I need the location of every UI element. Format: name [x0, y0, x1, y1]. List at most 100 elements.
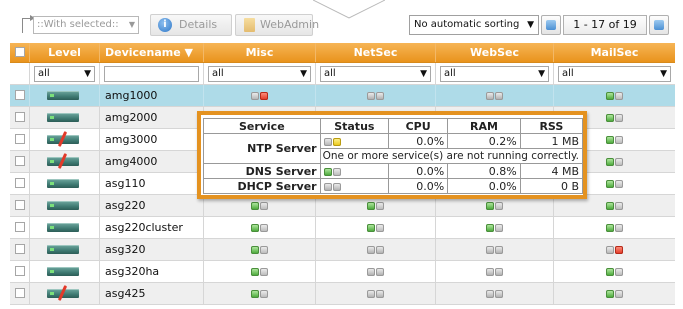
row-select-cell: [10, 151, 30, 172]
row-checkbox[interactable]: [14, 178, 25, 188]
ok-status-icon[interactable]: [605, 114, 624, 122]
off-status-icon[interactable]: [485, 246, 504, 254]
mailsec-status-cell: [554, 217, 675, 238]
table-row[interactable]: asg425: [10, 283, 675, 305]
column-header-devicename[interactable]: Devicename ▼: [100, 43, 204, 62]
off-status-icon[interactable]: [366, 246, 385, 254]
filter-spacer: [10, 63, 30, 84]
device-name[interactable]: asg220cluster: [100, 217, 204, 238]
table-row[interactable]: asg320: [10, 239, 675, 261]
off-status-icon[interactable]: [485, 290, 504, 298]
service-name: NTP Server: [203, 133, 321, 164]
webadmin-label: WebAdmin: [260, 18, 320, 31]
device-alert-icon: [47, 135, 79, 144]
device-name[interactable]: asg110: [100, 173, 204, 194]
chevron-down-icon: ▼: [128, 20, 135, 29]
filter-websec-select[interactable]: all ▼: [440, 66, 549, 82]
filter-misc-select[interactable]: all ▼: [208, 66, 311, 82]
service-cpu: 0.0%: [388, 178, 449, 194]
off-status-icon[interactable]: [366, 290, 385, 298]
info-icon: i: [158, 18, 172, 32]
row-checkbox[interactable]: [14, 134, 25, 144]
device-icon: [47, 267, 79, 276]
webadmin-button[interactable]: WebAdmin: [235, 14, 319, 36]
filter-devicename-input[interactable]: [104, 66, 199, 82]
websec-status-cell: [436, 217, 554, 238]
column-header-level[interactable]: Level: [30, 43, 100, 62]
ok-status-icon[interactable]: [605, 202, 624, 210]
ok-status-icon[interactable]: [250, 202, 269, 210]
device-name[interactable]: asg425: [100, 283, 204, 304]
filter-netsec-select[interactable]: all ▼: [320, 66, 431, 82]
row-checkbox[interactable]: [14, 156, 25, 166]
off-status-icon[interactable]: [485, 268, 504, 276]
off-status-icon[interactable]: [485, 92, 504, 100]
error-status-icon[interactable]: [605, 246, 624, 254]
ok-status-icon[interactable]: [605, 92, 624, 100]
device-name[interactable]: amg2000: [100, 107, 204, 128]
filter-netsec-value: all: [324, 68, 336, 79]
device-name[interactable]: asg320: [100, 239, 204, 260]
row-select-cell: [10, 283, 30, 304]
details-button[interactable]: i Details: [150, 14, 232, 36]
service-warning-note: One or more service(s) are not running c…: [319, 148, 584, 164]
filter-mailsec-select[interactable]: all ▼: [558, 66, 671, 82]
ok-status-icon[interactable]: [605, 268, 624, 276]
service-table-header: Service Status CPU RAM RSS: [203, 118, 584, 134]
row-checkbox[interactable]: [14, 266, 25, 276]
with-selected-dropdown[interactable]: ::With selected:: ▼: [33, 16, 139, 34]
toolbar-notch: [313, 0, 385, 19]
ok-status-icon[interactable]: [485, 224, 504, 232]
previous-page-button[interactable]: [541, 15, 561, 35]
misc-status-cell: [204, 217, 316, 238]
sorting-dropdown[interactable]: No automatic sorting ▼: [409, 15, 539, 35]
chevron-down-icon: ▼: [527, 20, 534, 30]
ok-status-icon[interactable]: [485, 202, 504, 210]
ok-status-icon[interactable]: [366, 224, 385, 232]
row-checkbox[interactable]: [14, 90, 25, 100]
ok-status-icon[interactable]: [250, 290, 269, 298]
service-rss: 1 MB: [519, 133, 584, 149]
device-name[interactable]: amg3000: [100, 129, 204, 150]
ok-status-icon[interactable]: [605, 224, 624, 232]
off-status-icon[interactable]: [366, 92, 385, 100]
filter-websec-value: all: [444, 68, 456, 79]
table-row[interactable]: amg1000: [10, 85, 675, 107]
column-header-mailsec[interactable]: MailSec: [554, 43, 675, 62]
filter-level-select[interactable]: all ▼: [34, 66, 95, 82]
table-row[interactable]: asg220cluster: [10, 217, 675, 239]
table-row[interactable]: asg320ha: [10, 261, 675, 283]
row-checkbox[interactable]: [14, 112, 25, 122]
row-checkbox[interactable]: [14, 200, 25, 210]
ok-status-icon[interactable]: [605, 158, 624, 166]
ok-status-icon[interactable]: [250, 224, 269, 232]
device-name[interactable]: asg320ha: [100, 261, 204, 282]
row-select-cell: [10, 129, 30, 150]
column-header-misc[interactable]: Misc: [204, 43, 316, 62]
level-cell: [30, 195, 100, 216]
ok-status-icon[interactable]: [250, 268, 269, 276]
error-status-icon[interactable]: [250, 92, 269, 100]
row-checkbox[interactable]: [14, 288, 25, 298]
service-row-dhcp: DHCP Server 0.0% 0.0% 0 B: [203, 178, 584, 194]
column-header-websec[interactable]: WebSec: [436, 43, 554, 62]
row-checkbox[interactable]: [14, 244, 25, 254]
device-name[interactable]: amg4000: [100, 151, 204, 172]
service-details-popup: Service Status CPU RAM RSS NTP Server 0.…: [197, 111, 587, 199]
device-name[interactable]: amg1000: [100, 85, 204, 106]
column-header-netsec[interactable]: NetSec: [316, 43, 436, 62]
ok-status-icon[interactable]: [366, 202, 385, 210]
ok-status-icon[interactable]: [250, 246, 269, 254]
header-row: Level Devicename ▼ Misc NetSec WebSec Ma…: [10, 43, 675, 63]
off-status-icon[interactable]: [366, 268, 385, 276]
toolbar: ::With selected:: ▼ i Details WebAdmin N…: [0, 0, 683, 42]
row-checkbox[interactable]: [14, 222, 25, 232]
select-all-checkbox[interactable]: [14, 47, 25, 57]
device-icon: [47, 179, 79, 188]
ok-status-icon[interactable]: [605, 180, 624, 188]
ok-status-icon[interactable]: [605, 290, 624, 298]
websec-status-cell: [436, 283, 554, 304]
next-page-button[interactable]: [649, 15, 669, 35]
ok-status-icon[interactable]: [605, 136, 624, 144]
device-name[interactable]: asg220: [100, 195, 204, 216]
